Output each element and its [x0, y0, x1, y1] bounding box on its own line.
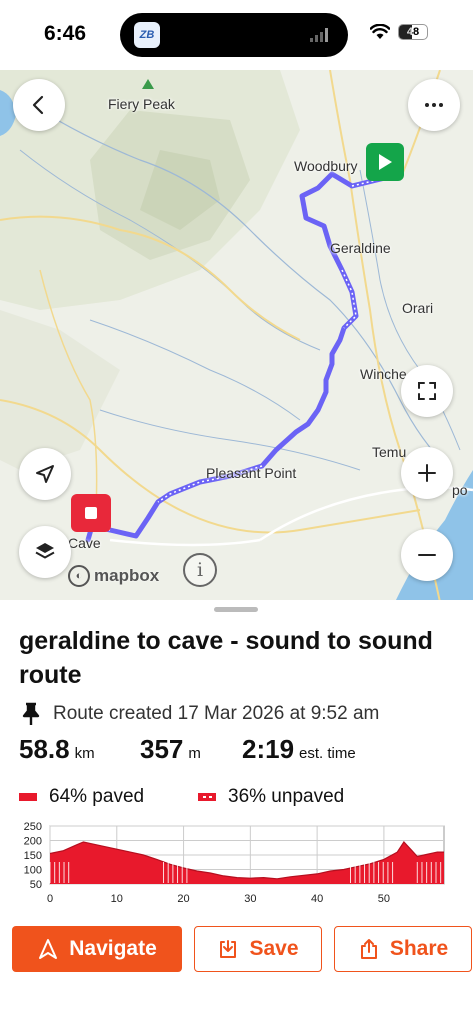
save-button[interactable]: Save — [194, 926, 322, 972]
wifi-icon — [370, 24, 390, 39]
chart-x-tick: 50 — [378, 893, 390, 905]
route-created-text: Route created 17 Mar 2026 at 9:52 am — [53, 703, 380, 724]
dynamic-island: ZB — [120, 13, 348, 57]
back-button[interactable] — [13, 79, 65, 131]
sheet-grabber[interactable] — [214, 607, 258, 612]
mapbox-attribution[interactable]: ◐ mapbox — [68, 565, 159, 587]
time-unit: est. time — [299, 745, 356, 762]
map-label-geraldine: Geraldine — [330, 240, 391, 256]
more-icon — [425, 103, 443, 107]
pushpin-icon — [22, 702, 40, 725]
chart-y-tick: 200 — [24, 836, 42, 848]
time-stat: 2:19 est. time — [242, 734, 356, 765]
chart-x-tick: 20 — [177, 893, 189, 905]
location-arrow-icon — [36, 465, 54, 483]
chart-y-tick: 250 — [24, 821, 42, 833]
map-label-fiery-peak: Fiery Peak — [108, 96, 175, 112]
elevation-stat: 357 m — [140, 734, 242, 765]
plus-icon — [418, 464, 436, 482]
elevation-unit: m — [188, 745, 201, 762]
map-label-opihi: po — [452, 482, 468, 498]
share-button[interactable]: Share — [334, 926, 472, 972]
battery-level: 48 — [406, 26, 420, 38]
time-value: 2:19 — [242, 734, 295, 764]
chart-x-tick: 10 — [111, 893, 123, 905]
minus-icon — [418, 554, 436, 556]
play-icon — [379, 154, 392, 170]
route-title: geraldine to cave - sound to sound route — [19, 627, 433, 689]
chevron-left-icon — [32, 95, 44, 115]
fullscreen-button[interactable] — [401, 365, 453, 417]
navigate-label: Navigate — [69, 937, 157, 960]
share-label: Share — [389, 937, 449, 960]
battery-icon: 48 — [398, 24, 428, 40]
surface-legend: 64% paved 36% unpaved — [19, 786, 344, 808]
map-label-pleasant-point: Pleasant Point — [206, 465, 297, 481]
expand-icon — [418, 382, 436, 400]
chart-x-tick: 0 — [47, 893, 53, 905]
paved-swatch — [19, 793, 37, 801]
layers-icon — [35, 543, 55, 559]
distance-stat: 58.8 km — [19, 734, 140, 765]
unpaved-label: 36% unpaved — [228, 786, 345, 807]
map-label-orari: Orari — [402, 300, 434, 316]
elevation-chart[interactable]: 250 200 150 100 50 0 10 20 30 40 50 — [14, 818, 454, 908]
mapbox-logo-icon: ◐ — [68, 565, 90, 587]
chart-x-tick: 30 — [244, 893, 256, 905]
chart-y-tick: 50 — [30, 879, 42, 891]
zoom-out-button[interactable] — [401, 529, 453, 581]
paved-label: 64% paved — [49, 786, 145, 807]
status-bar: 6:46 ZB 48 — [0, 0, 473, 70]
locate-me-button[interactable] — [19, 448, 71, 500]
map-label-winchester: Winche — [360, 366, 407, 382]
save-label: Save — [249, 937, 299, 960]
unpaved-swatch — [198, 793, 216, 801]
cellular-signal-icon — [310, 28, 328, 42]
status-time: 6:46 — [44, 22, 87, 45]
chart-y-tick: 150 — [24, 850, 42, 862]
map-label-cave: Cave — [68, 535, 101, 551]
island-app-icon: ZB — [134, 22, 160, 48]
map-label-woodbury: Woodbury — [294, 158, 358, 174]
map-layers-button[interactable] — [19, 526, 71, 578]
chart-x-tick: 40 — [311, 893, 323, 905]
route-end-marker[interactable] — [71, 494, 111, 532]
elevation-value: 357 — [140, 734, 184, 764]
distance-value: 58.8 — [19, 734, 70, 764]
zoom-in-button[interactable] — [401, 447, 453, 499]
map-info-button[interactable]: i — [183, 553, 217, 587]
mapbox-text: mapbox — [94, 566, 160, 585]
action-buttons: Navigate Save Share — [12, 926, 472, 972]
route-map[interactable]: Fiery Peak Woodbury Geraldine Orari Winc… — [0, 70, 473, 602]
chart-y-tick: 100 — [24, 865, 42, 877]
download-icon — [220, 940, 237, 958]
share-icon — [360, 939, 377, 959]
route-stats: 58.8 km 357 m 2:19 est. time — [19, 734, 356, 765]
more-options-button[interactable] — [408, 79, 460, 131]
navigate-button[interactable]: Navigate — [12, 926, 182, 972]
map-label-temuka: Temu — [372, 444, 407, 460]
distance-unit: km — [74, 745, 95, 762]
route-details-sheet: geraldine to cave - sound to sound route… — [0, 600, 473, 1024]
route-created-row: Route created 17 Mar 2026 at 9:52 am — [21, 702, 379, 726]
route-start-marker[interactable] — [366, 143, 404, 181]
navigation-arrow-icon — [39, 939, 58, 959]
